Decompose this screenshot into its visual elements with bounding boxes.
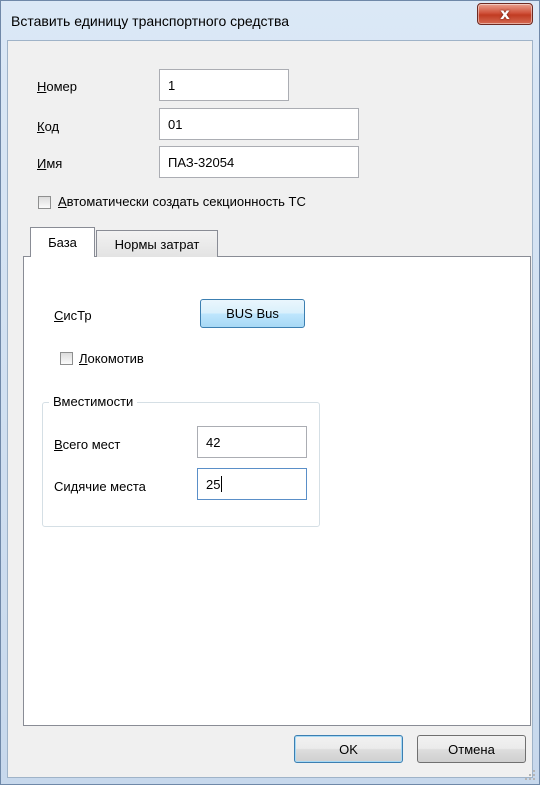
total-seats-label: Всего мест [54, 437, 121, 452]
total-seats-input[interactable]: 42 [197, 426, 307, 458]
number-value: 1 [168, 77, 176, 93]
locomotive-checkbox[interactable] [60, 352, 73, 365]
total-seats-value: 42 [206, 434, 221, 450]
cancel-button-label: Отмена [448, 741, 495, 757]
seated-places-label: Сидячие места [54, 479, 146, 494]
code-value: 01 [168, 116, 183, 132]
name-value: ПАЗ-32054 [168, 154, 235, 170]
seated-places-input[interactable]: 25 [197, 468, 307, 500]
systr-label: СисТр [54, 308, 92, 323]
window-title: Вставить единицу транспортного средства [11, 13, 290, 29]
close-icon: x [500, 5, 510, 23]
tab-base-label: База [48, 235, 77, 250]
capacity-group-title: Вместимости [49, 394, 138, 409]
ok-button[interactable]: OK [294, 735, 403, 763]
seated-places-value: 25 [206, 476, 221, 492]
text-caret [221, 476, 223, 492]
name-label: Имя [37, 156, 63, 171]
systr-button-label: BUS Bus [226, 306, 279, 321]
systr-button[interactable]: BUS Bus [200, 299, 305, 328]
name-input[interactable]: ПАЗ-32054 [159, 146, 359, 178]
tab-cost-norms[interactable]: Нормы затрат [96, 230, 218, 257]
active-tab-joiner [31, 255, 94, 257]
tab-cost-norms-label: Нормы затрат [114, 236, 200, 252]
ok-button-label: OK [339, 741, 358, 757]
title-bar[interactable]: Вставить единицу транспортного средства … [1, 1, 539, 41]
size-grip-icon[interactable] [524, 769, 536, 781]
code-input[interactable]: 01 [159, 108, 359, 140]
auto-sections-label[interactable]: Автоматически создать секционность ТС [58, 194, 306, 209]
code-label: Код [37, 119, 60, 134]
number-input[interactable]: 1 [159, 69, 289, 101]
tab-base[interactable]: База [30, 227, 95, 257]
number-label: Номер [37, 79, 78, 94]
auto-sections-checkbox[interactable] [38, 196, 51, 209]
locomotive-label[interactable]: Локомотив [79, 351, 144, 366]
cancel-button[interactable]: Отмена [417, 735, 526, 763]
capacity-groupbox [42, 402, 320, 527]
close-button[interactable]: x [477, 3, 533, 25]
